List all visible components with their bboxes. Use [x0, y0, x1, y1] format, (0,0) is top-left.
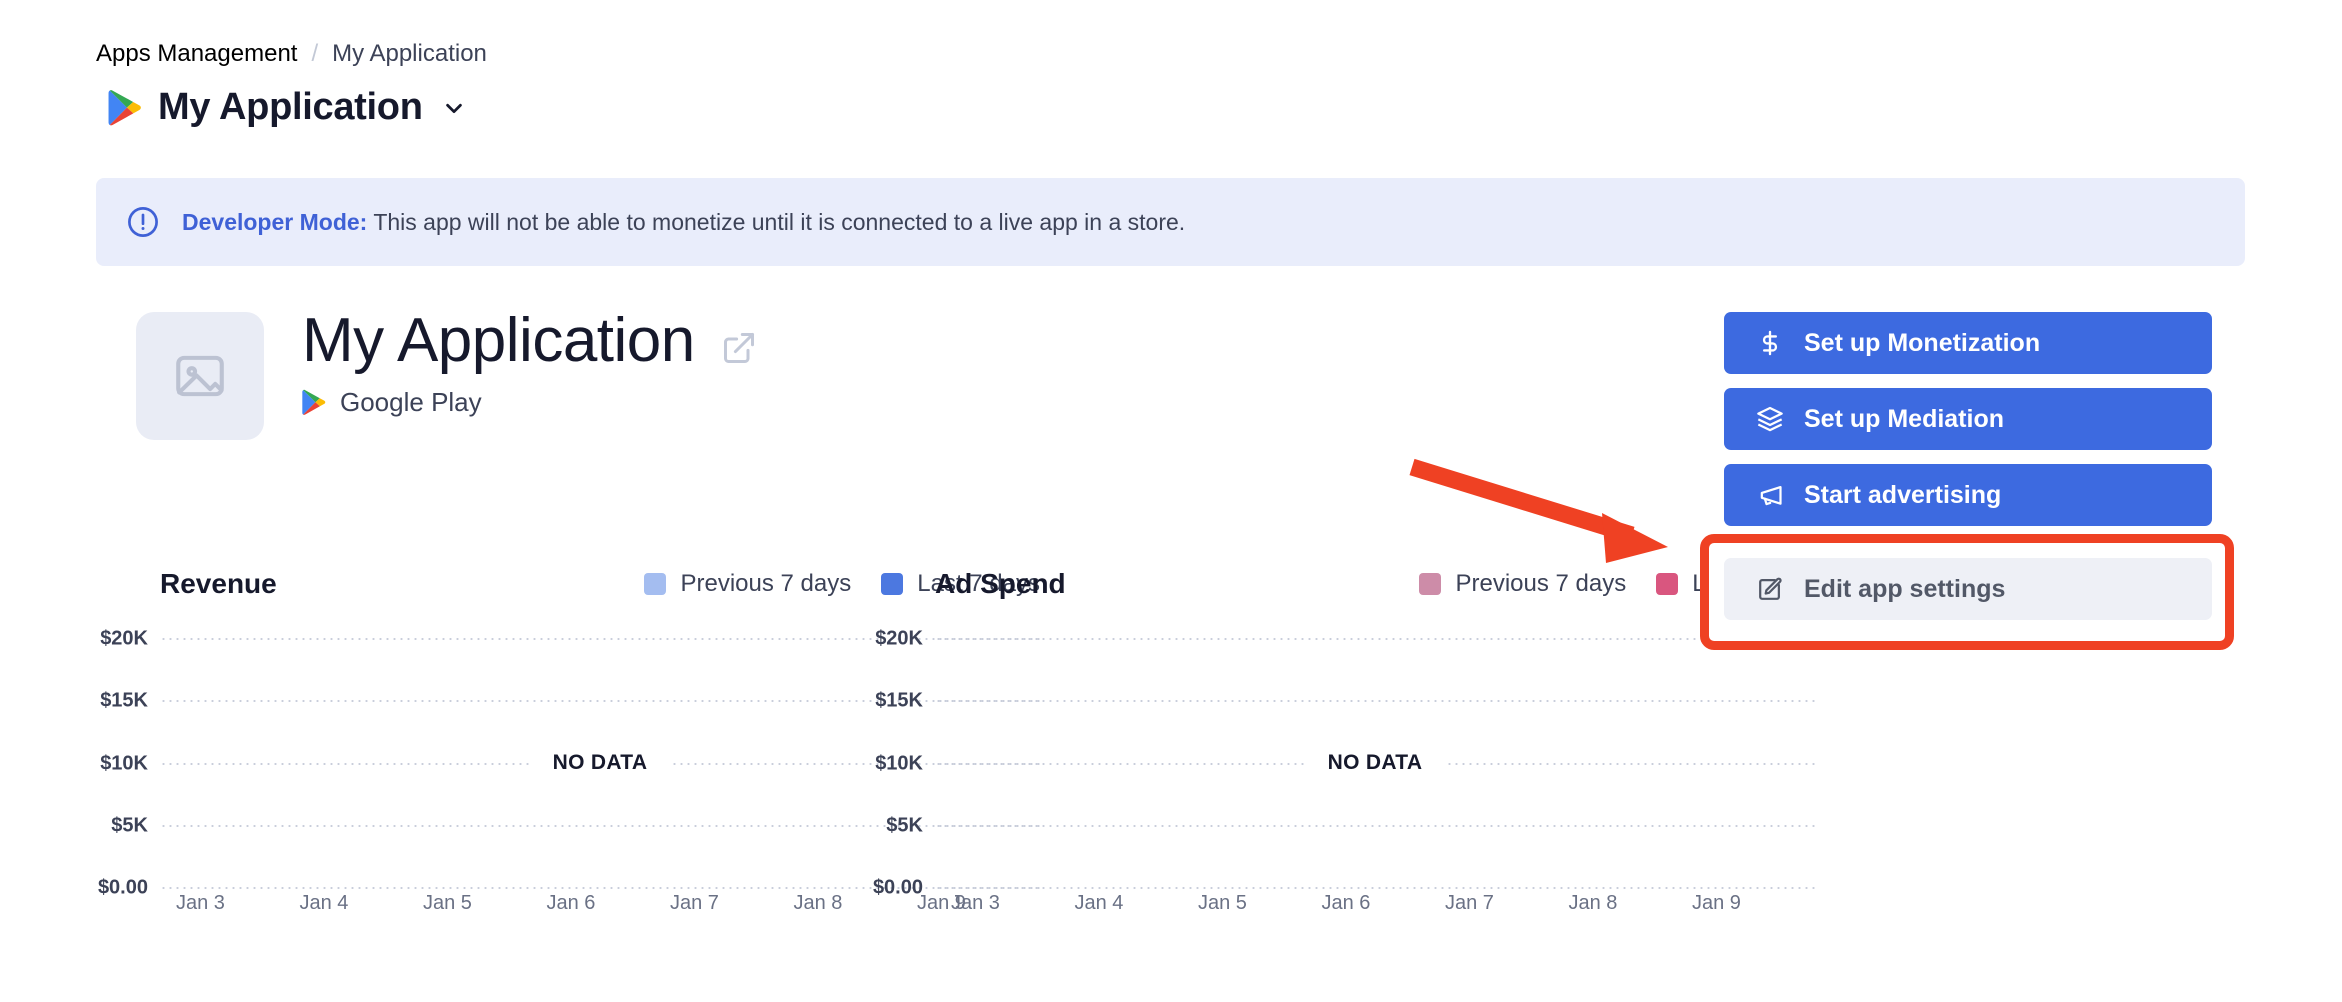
set-up-mediation-label: Set up Mediation — [1804, 405, 2004, 434]
breadcrumb-link-apps-management[interactable]: Apps Management — [96, 42, 297, 66]
ad-spend-chart-header: Ad Spend Previous 7 days Last 7 days — [935, 566, 1815, 602]
x-axis-tick: Jan 8 — [794, 892, 843, 915]
revenue-chart: Revenue Previous 7 days Last 7 days $20K… — [160, 566, 1040, 888]
ad-spend-plot-area: $20K $15K $10K $5K $0.00 NO DATA Jan 3 — [935, 638, 1815, 888]
app-store-name: Google Play — [340, 387, 482, 418]
x-axis-tick: Jan 3 — [176, 892, 225, 915]
legend-swatch — [1419, 573, 1441, 595]
ad-spend-chart-title: Ad Spend — [935, 568, 1066, 600]
y-axis-tick: $20K — [875, 627, 923, 650]
app-actions: Set up Monetization Set up Mediation Sta… — [1724, 312, 2212, 602]
x-axis-tick: Jan 9 — [1692, 892, 1741, 915]
breadcrumb-separator: / — [311, 42, 318, 66]
x-axis-tick: Jan 5 — [1198, 892, 1247, 915]
ad-spend-x-axis: Jan 3 Jan 4 Jan 5 Jan 6 Jan 7 Jan 8 Jan … — [951, 892, 1741, 915]
y-axis-tick: $10K — [100, 752, 148, 775]
legend-label: Last 7 days — [1692, 570, 1815, 598]
x-axis-tick: Jan 7 — [670, 892, 719, 915]
set-up-monetization-button[interactable]: Set up Monetization — [1724, 312, 2212, 374]
ad-spend-chart-legend: Previous 7 days Last 7 days — [1419, 570, 1815, 598]
no-data-message: NO DATA — [531, 751, 670, 775]
y-axis-tick: $15K — [875, 689, 923, 712]
start-advertising-label: Start advertising — [1804, 481, 2001, 510]
developer-mode-banner: Developer Mode: This app will not be abl… — [96, 178, 2245, 266]
megaphone-icon — [1756, 481, 1784, 509]
banner-body: This app will not be able to monetize un… — [373, 209, 1185, 235]
gridline — [935, 700, 1815, 702]
x-axis-tick: Jan 5 — [423, 892, 472, 915]
gridline — [935, 825, 1815, 827]
external-link-icon[interactable] — [721, 330, 757, 366]
app-store-row: Google Play — [302, 387, 757, 418]
app-selector[interactable]: My Application — [108, 86, 465, 129]
x-axis-tick: Jan 7 — [1445, 892, 1494, 915]
page-title: My Application — [158, 86, 423, 129]
gridline-row: $5K — [935, 825, 1815, 826]
x-axis-tick: Jan 3 — [951, 892, 1000, 915]
y-axis-tick: $15K — [100, 689, 148, 712]
x-axis-tick: Jan 4 — [1075, 892, 1124, 915]
legend-item[interactable]: Last 7 days — [1656, 570, 1815, 598]
gridline-row: $0.00 — [935, 887, 1815, 888]
y-axis-tick: $0.00 — [98, 876, 148, 899]
dollar-icon — [1756, 329, 1784, 357]
legend-swatch — [881, 573, 903, 595]
banner-label: Developer Mode: — [182, 209, 367, 235]
no-data-message: NO DATA — [1306, 751, 1445, 775]
app-hero: My Application Google Play — [302, 308, 757, 418]
chevron-down-icon[interactable] — [443, 97, 465, 119]
breadcrumb: Apps Management / My Application — [96, 42, 487, 66]
x-axis-tick: Jan 6 — [1322, 892, 1371, 915]
y-axis-tick: $0.00 — [873, 876, 923, 899]
revenue-x-axis: Jan 3 Jan 4 Jan 5 Jan 6 Jan 7 Jan 8 Jan … — [176, 892, 966, 915]
legend-item[interactable]: Previous 7 days — [644, 570, 851, 598]
x-axis-tick: Jan 8 — [1569, 892, 1618, 915]
alert-circle-icon — [126, 205, 160, 239]
app-thumbnail — [136, 312, 264, 440]
legend-swatch — [1656, 573, 1678, 595]
gridline — [935, 638, 1815, 640]
set-up-mediation-button[interactable]: Set up Mediation — [1724, 388, 2212, 450]
gridline-row: $20K — [935, 638, 1815, 639]
google-play-icon — [108, 89, 142, 127]
gridline — [935, 887, 1815, 889]
legend-label: Previous 7 days — [1455, 570, 1626, 598]
app-name: My Application — [302, 308, 695, 375]
revenue-chart-title: Revenue — [160, 568, 277, 600]
y-axis-tick: $10K — [875, 752, 923, 775]
layers-icon — [1756, 405, 1784, 433]
y-axis-tick: $20K — [100, 627, 148, 650]
x-axis-tick: Jan 6 — [547, 892, 596, 915]
start-advertising-button[interactable]: Start advertising — [1724, 464, 2212, 526]
red-arrow-icon — [1400, 455, 1700, 575]
set-up-monetization-label: Set up Monetization — [1804, 329, 2040, 358]
x-axis-tick: Jan 4 — [300, 892, 349, 915]
edit-app-settings-label: Edit app settings — [1804, 557, 2005, 586]
gridline-row: $15K — [935, 700, 1815, 701]
y-axis-tick: $5K — [111, 814, 148, 837]
ad-spend-chart: Ad Spend Previous 7 days Last 7 days $20… — [935, 566, 1815, 888]
banner-message: Developer Mode: This app will not be abl… — [182, 211, 1185, 234]
legend-item[interactable]: Previous 7 days — [1419, 570, 1626, 598]
revenue-chart-header: Revenue Previous 7 days Last 7 days — [160, 566, 1040, 602]
y-axis-tick: $5K — [886, 814, 923, 837]
app-detail-page: Apps Management / My Application My Appl… — [0, 0, 2342, 1002]
legend-label: Previous 7 days — [680, 570, 851, 598]
image-placeholder-icon — [171, 347, 229, 405]
google-play-icon — [302, 389, 326, 416]
breadcrumb-current: My Application — [332, 42, 487, 66]
legend-swatch — [644, 573, 666, 595]
